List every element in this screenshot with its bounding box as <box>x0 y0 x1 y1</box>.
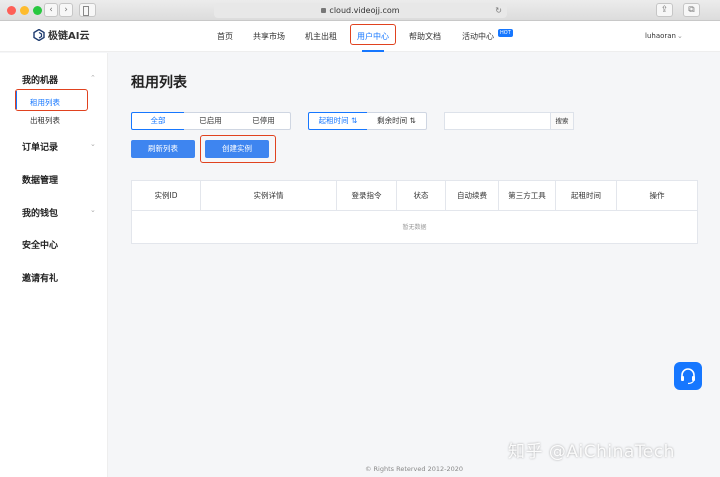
back-icon[interactable]: ‹ <box>44 3 58 17</box>
logo-text: 极链AI云 <box>48 31 90 42</box>
search-input[interactable] <box>444 112 551 130</box>
column-header-third-party-tools: 第三方工具 <box>499 181 556 211</box>
column-header-login-command: 登录指令 <box>337 181 397 211</box>
hot-badge: HOT <box>498 29 513 37</box>
customer-support-button[interactable] <box>674 362 702 390</box>
url-text: cloud.videojj.com <box>329 6 400 15</box>
sort-icon: ⇅ <box>409 116 416 125</box>
sidebar-group-my-machines[interactable]: 我的机器 <box>22 73 58 86</box>
lock-icon <box>321 8 327 13</box>
headset-icon <box>681 368 695 385</box>
url-bar[interactable]: cloud.videojj.com ↻ <box>214 3 507 18</box>
sidebar-item-rent-list[interactable]: 租用列表 <box>30 97 60 108</box>
rent-table: 实例ID 实例详情 登录指令 状态 自动续费 第三方工具 起租时间 操作 暂无数… <box>131 180 698 244</box>
nav-home[interactable]: 首页 <box>209 21 241 52</box>
search-button[interactable]: 搜索 <box>550 112 574 130</box>
sort-start-time[interactable]: 起租时间 ⇅ <box>308 112 368 130</box>
username[interactable]: luhaoran <box>645 21 676 52</box>
sidebar: 我的机器 ⌃ 租用列表 出租列表 订单记录 ⌄ 数据管理 我的钱包 ⌄ 安全中心… <box>0 53 108 477</box>
reload-icon[interactable]: ↻ <box>495 3 502 18</box>
nav-activity-center[interactable]: 活动中心 <box>459 21 497 52</box>
sort-icon: ⇅ <box>351 116 358 125</box>
sort-start-time-label: 起租时间 <box>318 116 349 125</box>
sidebar-group-wallet[interactable]: 我的钱包 <box>22 206 58 219</box>
chevron-up-icon[interactable]: ⌃ <box>90 74 96 82</box>
nav-host-rent[interactable]: 机主出租 <box>302 21 340 52</box>
chevron-down-icon[interactable]: ⌄ <box>90 206 96 214</box>
top-navigation: 极链AI云 首页 共享市场 机主出租 用户中心 帮助文档 活动中心 HOT lu… <box>0 21 720 52</box>
nav-help-docs[interactable]: 帮助文档 <box>406 21 444 52</box>
sidebar-group-orders[interactable]: 订单记录 <box>22 140 58 153</box>
minimize-window-icon[interactable] <box>20 6 29 15</box>
close-window-icon[interactable] <box>7 6 16 15</box>
page-title: 租用列表 <box>131 75 187 91</box>
column-header-start-time: 起租时间 <box>556 181 617 211</box>
column-header-actions: 操作 <box>649 191 665 200</box>
sidebar-item-invite[interactable]: 邀请有礼 <box>22 271 58 284</box>
filter-all[interactable]: 全部 <box>131 112 185 130</box>
browser-toolbar: ‹ › cloud.videojj.com ↻ ⇪ ⧉ <box>0 0 720 21</box>
logo[interactable]: 极链AI云 <box>33 29 89 43</box>
empty-state: 暂无数据 <box>402 224 427 231</box>
column-header-instance-details: 实例详情 <box>201 181 337 211</box>
footer: © Rights Reterved 2012-2020 <box>108 461 720 477</box>
filter-enabled[interactable]: 已启用 <box>184 112 238 130</box>
chevron-down-icon[interactable]: ⌄ <box>677 21 683 52</box>
sidebar-toggle-icon[interactable] <box>79 3 96 17</box>
column-header-instance-id: 实例ID <box>132 181 201 211</box>
active-indicator <box>15 91 17 109</box>
create-instance-button[interactable]: 创建实例 <box>205 140 269 158</box>
nav-marketplace[interactable]: 共享市场 <box>250 21 288 52</box>
maximize-window-icon[interactable] <box>33 6 42 15</box>
sort-remaining-time[interactable]: 剩余时间 ⇅ <box>367 112 427 130</box>
refresh-list-button[interactable]: 刷新列表 <box>131 140 195 158</box>
sort-remaining-label: 剩余时间 <box>377 116 408 125</box>
sidebar-item-lease-list[interactable]: 出租列表 <box>30 115 60 126</box>
logo-icon <box>33 29 45 41</box>
table-header: 实例ID 实例详情 登录指令 状态 自动续费 第三方工具 起租时间 操作 <box>132 181 697 211</box>
chevron-down-icon[interactable]: ⌄ <box>90 140 96 148</box>
nav-user-center[interactable]: 用户中心 <box>354 21 392 52</box>
sidebar-item-data-management[interactable]: 数据管理 <box>22 173 58 186</box>
filter-disabled[interactable]: 已停用 <box>237 112 291 130</box>
tabs-icon[interactable]: ⧉ <box>683 3 700 17</box>
watermark: 知乎 @AiChinaTech <box>508 442 675 462</box>
sidebar-item-security[interactable]: 安全中心 <box>22 238 58 251</box>
share-icon[interactable]: ⇪ <box>656 3 673 17</box>
forward-icon[interactable]: › <box>59 3 73 17</box>
column-header-auto-renew: 自动续费 <box>446 181 499 211</box>
column-header-status: 状态 <box>397 181 446 211</box>
